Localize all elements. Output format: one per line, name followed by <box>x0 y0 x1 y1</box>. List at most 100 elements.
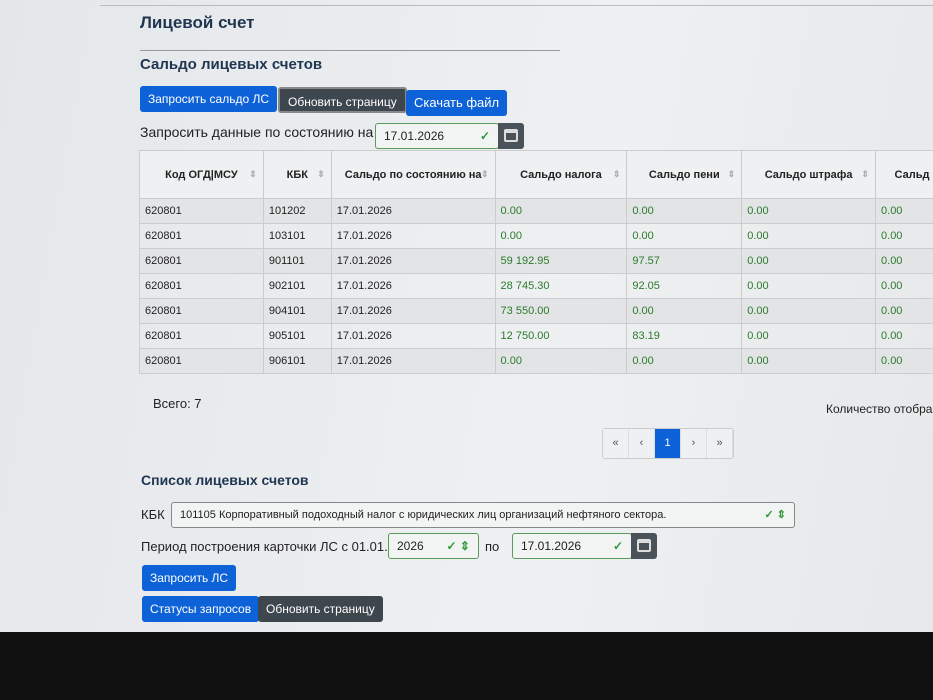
table-cell: 620801 <box>139 298 264 324</box>
table-cell: 97.57 <box>626 248 743 274</box>
request-accounts-button[interactable]: Запросить ЛС <box>142 565 237 591</box>
title-divider <box>140 50 560 51</box>
sort-icon[interactable]: ⇕ <box>861 169 869 180</box>
table-cell: 0.00 <box>494 223 628 249</box>
table-cell: 17.01.2026 <box>330 298 496 324</box>
column-header-label: Сальдо пени <box>648 168 720 181</box>
table-cell: 620801 <box>139 223 264 249</box>
first-page-button[interactable]: « <box>603 429 629 458</box>
monitor-bezel <box>0 632 933 700</box>
table-cell: 0.00 <box>741 348 877 374</box>
table-cell: 101202 <box>262 198 332 224</box>
table-cell: 0.00 <box>626 223 743 249</box>
table-cell: 17.01.2026 <box>330 223 496 249</box>
sort-icon[interactable]: ⇕ <box>317 169 325 180</box>
column-header-label: Сальдо по состоянию на <box>344 168 482 181</box>
refresh-page-button-2[interactable]: Обновить страницу <box>258 596 383 622</box>
table-cell: 0.00 <box>875 323 933 349</box>
check-icon: ✓ <box>612 539 623 553</box>
table-cell: 0.00 <box>875 248 933 274</box>
table-row: 620801 904101 17.01.2026 73 550.00 0.00 0.00 0… <box>139 298 933 324</box>
to-label: по <box>485 539 500 554</box>
table-cell: 0.00 <box>741 273 877 299</box>
table-cell: 901101 <box>262 248 332 274</box>
column-header[interactable]: Сальдо штрафа ⇕ <box>741 150 877 199</box>
request-statuses-button[interactable]: Статусы запросов <box>142 596 260 622</box>
balance-date-input[interactable]: 17.01.2026 ✓ <box>375 123 499 149</box>
column-header-label: Сальд <box>894 168 930 181</box>
table-cell: 17.01.2026 <box>330 248 496 274</box>
column-header-label: Код ОГД|МСУ <box>165 168 238 181</box>
column-header[interactable]: Код ОГД|МСУ ⇕ <box>139 150 264 199</box>
column-header[interactable]: КБК ⇕ <box>262 150 332 199</box>
table-cell: 620801 <box>139 248 264 274</box>
table-cell: 83.19 <box>626 323 743 349</box>
sort-icon[interactable]: ⇕ <box>481 169 489 180</box>
table-cell: 0.00 <box>875 273 933 299</box>
download-file-button[interactable]: Скачать файл <box>406 90 508 116</box>
table-cell: 0.00 <box>875 348 933 374</box>
accounts-section-title: Список лицевых счетов <box>141 472 309 488</box>
table-cell: 59 192.95 <box>494 248 628 274</box>
column-header[interactable]: Сальдо налога ⇕ <box>494 150 628 199</box>
table-cell: 902101 <box>262 273 332 299</box>
table-cell: 0.00 <box>741 198 877 224</box>
period-label: Период построения карточки ЛС с 01.01. <box>141 539 388 554</box>
table-cell: 0.00 <box>741 298 877 324</box>
sort-icon[interactable]: ⇕ <box>728 169 736 180</box>
table-cell: 0.00 <box>626 298 743 324</box>
calendar-button[interactable] <box>631 533 657 559</box>
refresh-page-button[interactable]: Обновить страницу <box>278 87 407 113</box>
table-row: 620801 905101 17.01.2026 12 750.00 83.19 0.00… <box>139 323 933 349</box>
table-cell: 0.00 <box>741 323 877 349</box>
column-header-label: КБК <box>286 168 308 181</box>
table-row: 620801 101202 17.01.2026 0.00 0.00 0.00 0.00 <box>139 198 933 224</box>
request-balance-button[interactable]: Запросить сальдо ЛС <box>140 86 278 112</box>
column-header[interactable]: Сальдо пени ⇕ <box>626 150 743 199</box>
table-row: 620801 906101 17.01.2026 0.00 0.00 0.00 0.00 <box>139 348 933 374</box>
year-select[interactable]: 2026 ✓ ⇕ <box>388 533 479 559</box>
table-cell: 12 750.00 <box>494 323 628 349</box>
last-page-button[interactable]: » <box>707 429 733 458</box>
pagination: « ‹ 1 › » <box>602 428 734 459</box>
column-header[interactable]: Сальдо по состоянию на ⇕ <box>330 150 496 199</box>
check-sort-icon: ✓ ⇕ <box>446 539 470 553</box>
calendar-icon <box>504 129 518 142</box>
to-date-input[interactable]: 17.01.2026 ✓ <box>512 533 632 559</box>
table-cell: 17.01.2026 <box>330 323 496 349</box>
sort-icon[interactable]: ⇕ <box>613 169 621 180</box>
table-cell: 28 745.30 <box>494 273 628 299</box>
table-cell: 620801 <box>139 273 264 299</box>
table-cell: 0.00 <box>626 348 743 374</box>
prev-page-button[interactable]: ‹ <box>629 429 655 458</box>
year-value: 2026 <box>397 539 424 553</box>
page-size-label: Количество отобра <box>826 402 933 416</box>
next-page-button[interactable]: › <box>681 429 707 458</box>
date-label: Запросить данные по состоянию на <box>140 124 374 140</box>
balance-section-title: Сальдо лицевых счетов <box>140 56 323 73</box>
table-cell: 92.05 <box>626 273 743 299</box>
table-cell: 0.00 <box>494 348 628 374</box>
table-cell: 0.00 <box>741 223 877 249</box>
column-header-label: Сальдо налога <box>520 168 602 181</box>
table-cell: 905101 <box>262 323 332 349</box>
kbk-value: 101105 Корпоративный подоходный налог с … <box>180 509 667 521</box>
sort-icon[interactable]: ⇕ <box>249 169 257 180</box>
screen: Лицевой счет Сальдо лицевых счетов Запро… <box>0 0 933 632</box>
table-cell: 17.01.2026 <box>330 348 496 374</box>
table-row: 620801 901101 17.01.2026 59 192.95 97.57 0.00… <box>139 248 933 274</box>
page-title: Лицевой счет <box>140 13 255 32</box>
table-cell: 0.00 <box>875 298 933 324</box>
calendar-button[interactable] <box>498 123 524 149</box>
table-cell: 73 550.00 <box>494 298 628 324</box>
table-cell: 17.01.2026 <box>330 198 496 224</box>
table-cell: 17.01.2026 <box>330 273 496 299</box>
kbk-select[interactable]: 101105 Корпоративный подоходный налог с … <box>171 502 795 528</box>
table-cell: 906101 <box>262 348 332 374</box>
table-cell: 904101 <box>262 298 332 324</box>
table-cell: 0.00 <box>494 198 628 224</box>
kbk-label: КБК <box>141 507 165 522</box>
column-header[interactable]: Сальд <box>875 150 933 199</box>
table-row: 620801 103101 17.01.2026 0.00 0.00 0.00 0.00 <box>139 223 933 249</box>
page-1-button[interactable]: 1 <box>655 429 681 458</box>
